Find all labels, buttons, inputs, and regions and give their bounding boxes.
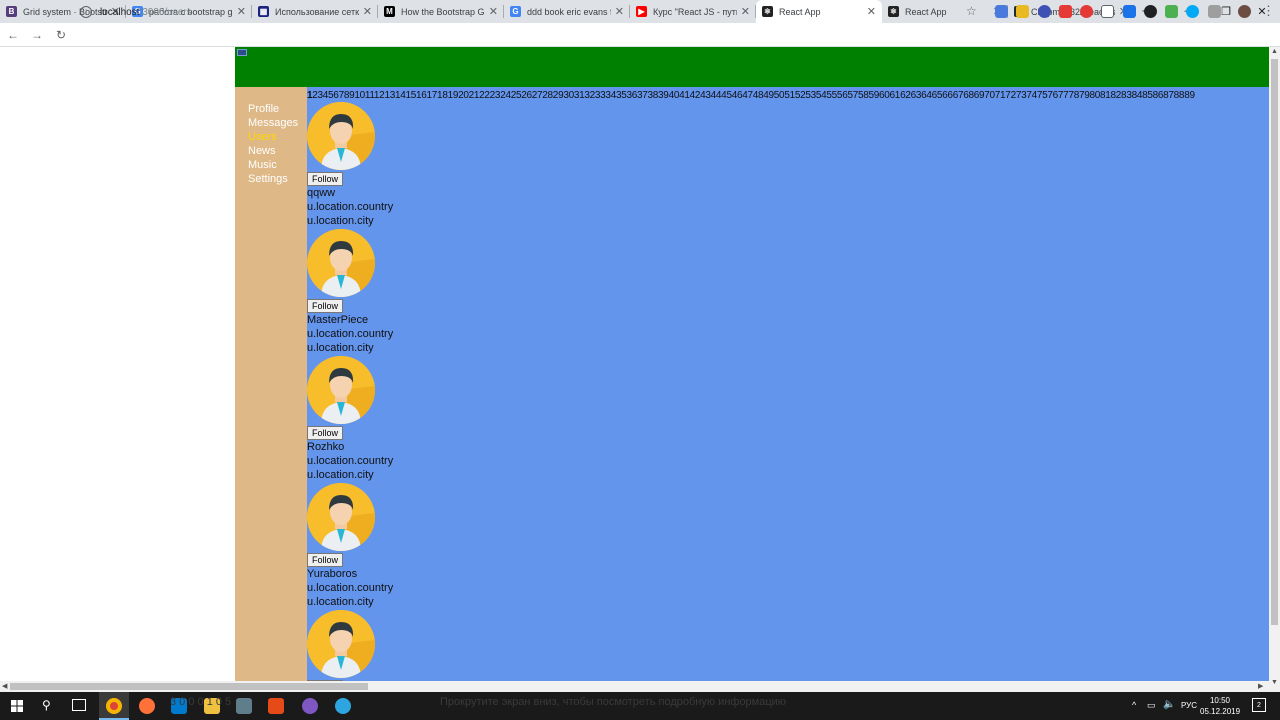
sidebar-nav: Profile Messages Users News Music Settings: [235, 87, 307, 681]
scroll-up-icon[interactable]: ▲: [1271, 48, 1278, 55]
user-card: Follow MasterPiece u.location.country u.loc…: [307, 229, 507, 355]
extension-icon[interactable]: [1123, 5, 1136, 18]
video-overlay-hint: Прокрутите экран вниз, чтобы посмотреть …: [440, 696, 787, 708]
notification-count: 2: [1257, 701, 1261, 709]
bookmark-star-icon[interactable]: ☆: [966, 4, 977, 18]
scroll-down-icon[interactable]: ▼: [1271, 679, 1278, 686]
volume-icon[interactable]: 🔈: [1163, 699, 1175, 710]
windows-start-icon[interactable]: [11, 700, 23, 712]
windows-taskbar: ⚲ 3 0 0 0 1 0 5 Прокрутите экран вниз, ч…: [0, 692, 1280, 720]
horizontal-scroll-thumb[interactable]: [10, 683, 368, 690]
page-number-list[interactable]: 2345678910111213141516171819202122232425…: [312, 90, 1195, 101]
user-card: Follow: [307, 610, 507, 681]
adblock-icon[interactable]: [1080, 5, 1093, 18]
user-name: Yuraboros: [307, 568, 358, 580]
url-host: localhost: [100, 6, 140, 18]
nav-link-news[interactable]: News: [248, 144, 307, 158]
app-header: [235, 47, 1269, 87]
extension-icon[interactable]: [1186, 5, 1199, 18]
clock[interactable]: 10:50 05.12.2019: [1200, 695, 1240, 717]
extension-icon[interactable]: [1059, 5, 1072, 18]
user-avatar: [307, 356, 375, 424]
follow-button[interactable]: Follow: [307, 172, 343, 186]
address-bar: ← → ↻: [0, 23, 1280, 47]
url-path: :3000/users: [139, 6, 192, 18]
user-name: qqww: [307, 187, 336, 199]
back-icon[interactable]: ←: [2, 24, 24, 46]
follow-button[interactable]: Follow: [307, 553, 343, 567]
chrome-icon[interactable]: [106, 698, 122, 714]
nav-link-music[interactable]: Music: [248, 158, 307, 172]
user-country: u.location.country: [307, 455, 394, 467]
user-avatar: [307, 483, 375, 551]
nav-link-messages[interactable]: Messages: [248, 116, 307, 130]
firefox-icon[interactable]: [139, 698, 155, 714]
tray-expand-icon[interactable]: ^: [1132, 700, 1136, 710]
extension-icon[interactable]: [1208, 5, 1221, 18]
app-icon[interactable]: [302, 698, 318, 714]
horizontal-scrollbar[interactable]: ◀ ▶: [0, 681, 1269, 692]
vertical-scrollbar[interactable]: ▲ ▼: [1269, 47, 1280, 692]
reload-icon[interactable]: ↻: [50, 24, 72, 46]
follow-button[interactable]: Follow: [307, 299, 343, 313]
user-country: u.location.country: [307, 328, 394, 340]
user-city: u.location.city: [307, 469, 374, 481]
nav-link-users[interactable]: Users: [248, 130, 307, 144]
user-city: u.location.city: [307, 215, 374, 227]
info-icon[interactable]: i: [80, 6, 92, 18]
app-icon[interactable]: [236, 698, 252, 714]
telegram-icon[interactable]: [335, 698, 351, 714]
search-icon[interactable]: ⚲: [42, 698, 51, 712]
user-card: Follow qqww u.location.country u.location.c…: [307, 102, 507, 228]
user-city: u.location.city: [307, 596, 374, 608]
user-avatar: [307, 102, 375, 170]
extension-icon[interactable]: [1165, 5, 1178, 18]
user-avatar: [307, 229, 375, 297]
clock-time: 10:50: [1209, 696, 1231, 705]
profile-avatar-icon[interactable]: [1238, 5, 1251, 18]
user-country: u.location.country: [307, 582, 394, 594]
translate-extension-icon[interactable]: [995, 5, 1008, 18]
extension-icon[interactable]: [1038, 5, 1051, 18]
scroll-left-icon[interactable]: ◀: [2, 682, 7, 690]
users-content: 1234567891011121314151617181920212223242…: [307, 87, 1269, 681]
user-country: u.location.country: [307, 201, 394, 213]
network-icon[interactable]: ▭: [1147, 700, 1156, 711]
language-indicator[interactable]: РУС: [1181, 701, 1197, 710]
follow-button[interactable]: Follow: [307, 426, 343, 440]
user-card: Follow Rozhko u.location.country u.location…: [307, 356, 507, 482]
bootstrap-icon: B: [6, 6, 17, 17]
clock-date: 05.12.2019: [1200, 707, 1241, 716]
user-avatar: [307, 610, 375, 678]
pagination: 1234567891011121314151617181920212223242…: [307, 90, 1195, 101]
video-overlay-counter: 3 0 0 0 1 0 5: [170, 696, 232, 708]
extension-icon[interactable]: [1144, 5, 1157, 18]
app-icon[interactable]: [268, 698, 284, 714]
url-field[interactable]: i localhost:3000/users: [74, 3, 990, 21]
user-name: MasterPiece: [307, 314, 369, 326]
menu-dots-icon[interactable]: ⋮: [1262, 3, 1275, 19]
nav-link-settings[interactable]: Settings: [248, 172, 307, 186]
logo-image: [237, 49, 247, 56]
extension-icon[interactable]: [1016, 5, 1029, 18]
nav-link-profile[interactable]: Profile: [248, 102, 307, 116]
vertical-scroll-thumb[interactable]: [1271, 59, 1278, 625]
user-name: Rozhko: [307, 441, 345, 453]
page-viewport: Profile Messages Users News Music Settings 12…: [0, 47, 1269, 681]
notification-center-icon[interactable]: 2: [1252, 698, 1266, 712]
user-city: u.location.city: [307, 342, 374, 354]
forward-icon[interactable]: →: [26, 24, 48, 46]
user-card: Follow Yuraboros u.location.country u.locat…: [307, 483, 507, 609]
pocket-icon[interactable]: [1101, 5, 1114, 18]
task-view-icon[interactable]: [72, 699, 86, 711]
scroll-right-icon[interactable]: ▶: [1258, 682, 1263, 690]
